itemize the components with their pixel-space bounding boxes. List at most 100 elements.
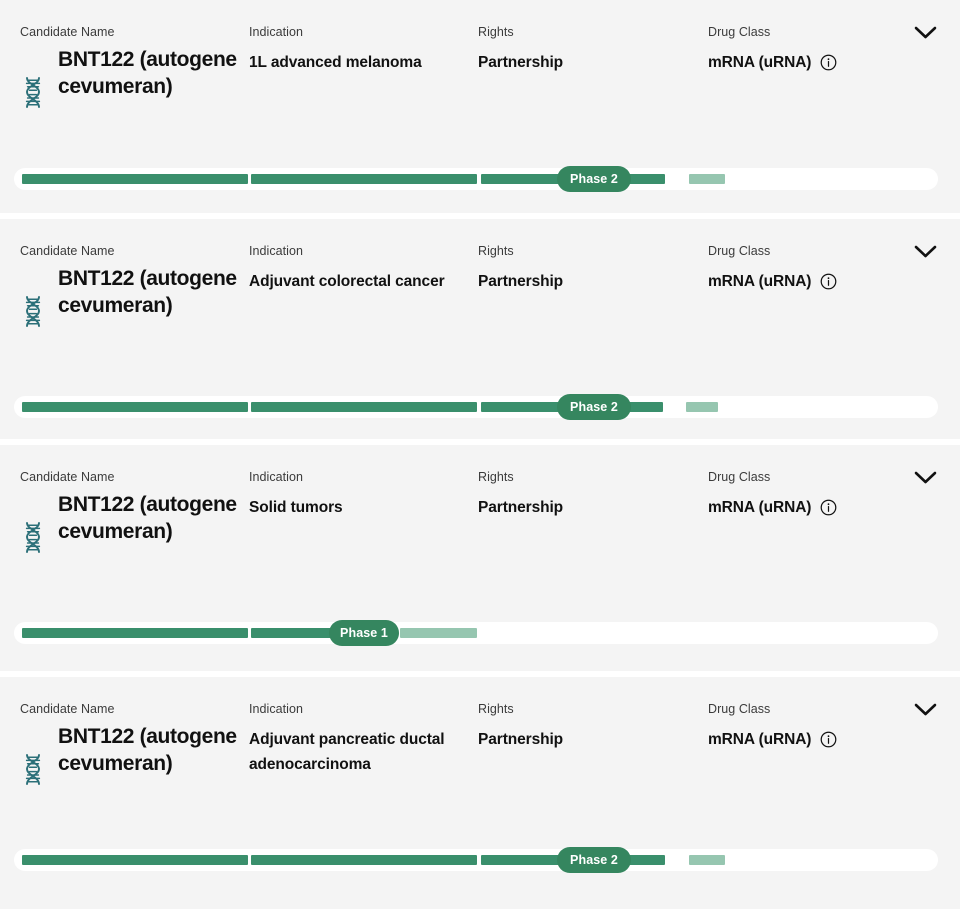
candidate-name-value: BNT122 (autogene cevumeran) <box>58 48 237 98</box>
card-columns: Candidate Name BNT122 (autogene cevumera… <box>0 677 960 785</box>
dna-helix-icon <box>25 522 41 553</box>
phase-segment-1-complete <box>22 628 248 638</box>
drug-class-value: mRNA (uRNA) <box>708 499 812 516</box>
column-header-drug-class: Drug Class <box>708 25 771 39</box>
drug-class-value-row: mRNA (uRNA) <box>708 269 898 294</box>
phase-segment-4-active <box>689 855 725 865</box>
phase-segment-3-active <box>400 628 477 638</box>
current-phase-badge: Phase 2 <box>557 394 631 420</box>
rights-value: Partnership <box>478 273 564 290</box>
phase-segment-4-active <box>689 174 725 184</box>
column-indication: Indication Solid tumors <box>249 469 464 520</box>
current-phase-badge: Phase 2 <box>557 166 631 192</box>
column-indication: Indication Adjuvant colorectal cancer <box>249 243 464 294</box>
info-circle-icon[interactable] <box>820 54 837 71</box>
candidate-name-value: BNT122 (autogene cevumeran) <box>58 267 237 317</box>
column-header-rights: Rights <box>478 25 514 39</box>
drug-class-value-row: mRNA (uRNA) <box>708 50 898 75</box>
dna-helix-icon <box>25 754 41 785</box>
dna-helix-icon <box>25 77 41 108</box>
column-candidate-name: Candidate Name BNT122 (autogene cevumera… <box>20 24 238 108</box>
column-rights: Rights Partnership <box>478 701 693 752</box>
chevron-down-icon <box>914 703 936 716</box>
info-circle-icon[interactable] <box>820 273 837 290</box>
phase-progress-track: Phase 2 <box>14 166 938 192</box>
drug-class-value-row: mRNA (uRNA) <box>708 495 898 520</box>
column-header-drug-class: Drug Class <box>708 702 771 716</box>
column-header-candidate-name: Candidate Name <box>20 244 115 258</box>
phase-progress-track: Phase 2 <box>14 394 938 420</box>
column-header-indication: Indication <box>249 25 304 39</box>
column-header-rights: Rights <box>478 702 514 716</box>
drug-class-value: mRNA (uRNA) <box>708 273 812 290</box>
pipeline-card-3: Candidate Name BNT122 (autogene cevumera… <box>0 445 960 671</box>
phase-progress-wrap: Phase 2 <box>14 847 938 873</box>
candidate-name-value: BNT122 (autogene cevumeran) <box>58 493 237 543</box>
drug-class-value-row: mRNA (uRNA) <box>708 727 898 752</box>
expand-card-button[interactable] <box>912 22 938 44</box>
expand-card-button[interactable] <box>912 241 938 263</box>
column-header-indication: Indication <box>249 702 304 716</box>
phase-progress-wrap: Phase 2 <box>14 394 938 420</box>
phase-segment-1-complete <box>22 855 248 865</box>
column-header-indication: Indication <box>249 244 304 258</box>
phase-progress-wrap: Phase 1 <box>14 620 938 646</box>
column-header-indication: Indication <box>249 470 304 484</box>
column-candidate-name: Candidate Name BNT122 (autogene cevumera… <box>20 701 238 785</box>
phase-progress-track: Phase 2 <box>14 847 938 873</box>
pipeline-card-1: Candidate Name BNT122 (autogene cevumera… <box>0 0 960 213</box>
indication-value: Solid tumors <box>249 499 343 516</box>
dna-helix-icon <box>25 296 41 327</box>
column-indication: Indication Adjuvant pancreatic ductal ad… <box>249 701 464 777</box>
column-header-drug-class: Drug Class <box>708 470 771 484</box>
indication-value: Adjuvant pancreatic ductal adenocarcinom… <box>249 731 445 773</box>
column-header-rights: Rights <box>478 470 514 484</box>
drug-class-value: mRNA (uRNA) <box>708 54 812 71</box>
phase-segment-2-complete <box>251 628 341 638</box>
card-columns: Candidate Name BNT122 (autogene cevumera… <box>0 445 960 553</box>
rights-value: Partnership <box>478 499 564 516</box>
pipeline-list: Candidate Name BNT122 (autogene cevumera… <box>0 0 960 909</box>
column-header-drug-class: Drug Class <box>708 244 771 258</box>
indication-value: 1L advanced melanoma <box>249 54 422 71</box>
column-header-candidate-name: Candidate Name <box>20 470 115 484</box>
info-circle-icon[interactable] <box>820 731 837 748</box>
column-header-candidate-name: Candidate Name <box>20 702 115 716</box>
rights-value: Partnership <box>478 731 564 748</box>
phase-segment-2-complete <box>251 174 477 184</box>
column-rights: Rights Partnership <box>478 24 693 75</box>
phase-segment-2-complete <box>251 855 477 865</box>
expand-card-button[interactable] <box>912 699 938 721</box>
column-header-candidate-name: Candidate Name <box>20 25 115 39</box>
pipeline-card-2: Candidate Name BNT122 (autogene cevumera… <box>0 219 960 439</box>
column-candidate-name: Candidate Name BNT122 (autogene cevumera… <box>20 243 238 327</box>
info-circle-icon[interactable] <box>820 499 837 516</box>
pipeline-card-4: Candidate Name BNT122 (autogene cevumera… <box>0 677 960 909</box>
column-candidate-name: Candidate Name BNT122 (autogene cevumera… <box>20 469 238 553</box>
card-columns: Candidate Name BNT122 (autogene cevumera… <box>0 0 960 108</box>
drug-class-value: mRNA (uRNA) <box>708 731 812 748</box>
chevron-down-icon <box>914 26 936 39</box>
candidate-name-value: BNT122 (autogene cevumeran) <box>58 725 237 775</box>
current-phase-badge: Phase 1 <box>329 620 399 646</box>
column-drug-class: Drug Class mRNA (uRNA) <box>708 701 898 752</box>
phase-segment-1-complete <box>22 402 248 412</box>
expand-card-button[interactable] <box>912 467 938 489</box>
column-header-rights: Rights <box>478 244 514 258</box>
phase-progress-wrap: Phase 2 <box>14 166 938 192</box>
phase-segment-2-complete <box>251 402 477 412</box>
column-rights: Rights Partnership <box>478 469 693 520</box>
indication-value: Adjuvant colorectal cancer <box>249 273 445 290</box>
column-drug-class: Drug Class mRNA (uRNA) <box>708 469 898 520</box>
column-indication: Indication 1L advanced melanoma <box>249 24 464 75</box>
chevron-down-icon <box>914 245 936 258</box>
column-drug-class: Drug Class mRNA (uRNA) <box>708 24 898 75</box>
rights-value: Partnership <box>478 54 564 71</box>
column-rights: Rights Partnership <box>478 243 693 294</box>
current-phase-badge: Phase 2 <box>557 847 631 873</box>
phase-segment-4-active <box>686 402 718 412</box>
card-columns: Candidate Name BNT122 (autogene cevumera… <box>0 219 960 327</box>
phase-segment-1-complete <box>22 174 248 184</box>
phase-progress-track: Phase 1 <box>14 620 938 646</box>
chevron-down-icon <box>914 471 936 484</box>
